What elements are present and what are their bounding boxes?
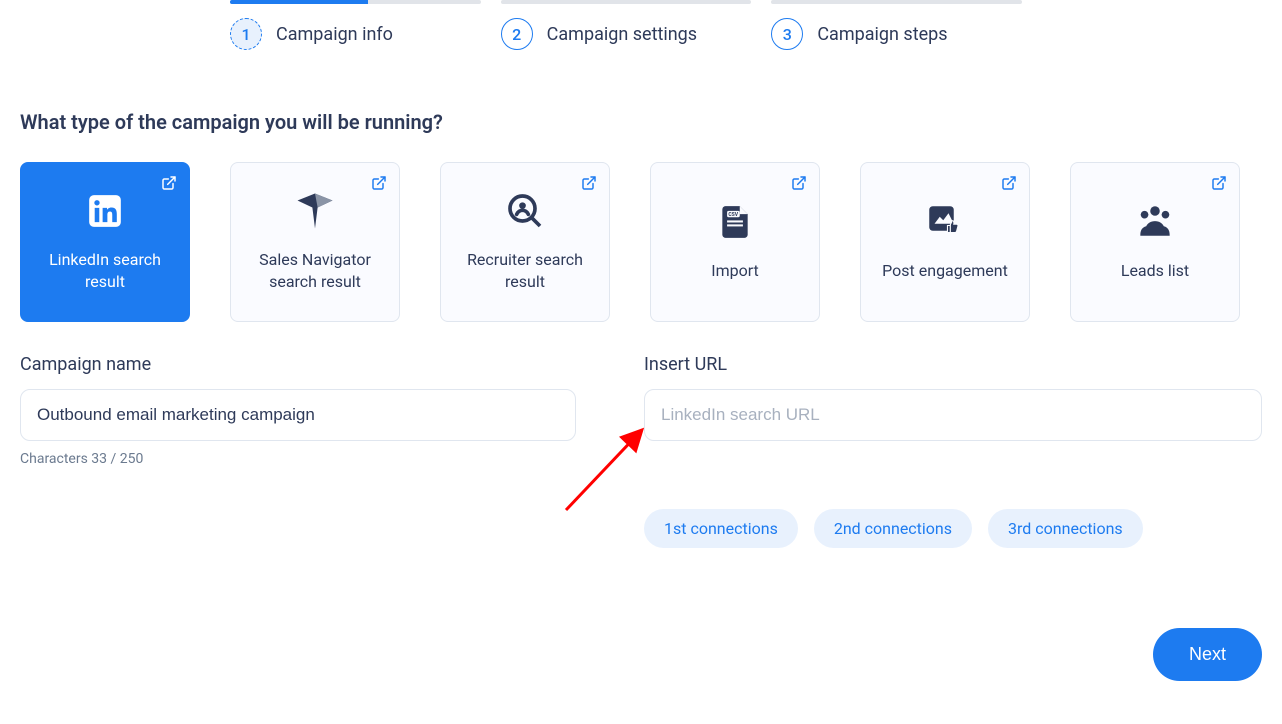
card-recruiter[interactable]: Recruiter search result [440,162,610,322]
external-link-icon [371,175,387,195]
insert-url-input[interactable] [644,389,1262,441]
card-sales-navigator[interactable]: Sales Navigator search result [230,162,400,322]
step-campaign-settings[interactable]: 2 Campaign settings [501,0,752,50]
compass-icon [294,191,336,231]
linkedin-icon [86,191,124,231]
post-thumb-icon [924,202,966,242]
card-label: Leads list [1121,260,1189,282]
card-label: Post engagement [882,260,1008,282]
csv-file-icon: CSV [716,202,754,242]
card-leads-list[interactable]: Leads list [1070,162,1240,322]
campaign-name-input[interactable] [20,389,576,441]
campaign-name-column: Campaign name Characters 33 / 250 [20,354,576,548]
external-link-icon [1001,175,1017,195]
chip-3rd-connections[interactable]: 3rd connections [988,509,1143,548]
step-number-badge: 2 [501,18,533,50]
external-link-icon [791,175,807,195]
footer-actions: Next [20,628,1262,681]
chip-2nd-connections[interactable]: 2nd connections [814,509,972,548]
wizard-stepper: 1 Campaign info 2 Campaign settings 3 Ca… [20,0,1262,50]
campaign-name-label: Campaign name [20,354,576,375]
insert-url-label: Insert URL [644,354,1262,375]
step-label: Campaign settings [547,24,697,45]
step-label: Campaign info [276,24,393,45]
step-progress-track [771,0,1022,4]
card-post-engagement[interactable]: Post engagement [860,162,1030,322]
step-label: Campaign steps [817,24,947,45]
step-number-badge: 1 [230,18,262,50]
step-number-badge: 3 [771,18,803,50]
char-counter: Characters 33 / 250 [20,451,576,467]
section-heading: What type of the campaign you will be ru… [20,110,1262,134]
step-campaign-info[interactable]: 1 Campaign info [230,0,481,50]
next-button[interactable]: Next [1153,628,1262,681]
external-link-icon [1211,175,1227,195]
chip-1st-connections[interactable]: 1st connections [644,509,798,548]
step-progress-track [501,0,752,4]
svg-text:CSV: CSV [728,212,738,218]
campaign-type-cards: LinkedIn search result Sales Navigator s… [20,162,1262,322]
form-row: Campaign name Characters 33 / 250 Insert… [20,354,1262,548]
external-link-icon [161,175,177,195]
card-linkedin-search[interactable]: LinkedIn search result [20,162,190,322]
external-link-icon [581,175,597,195]
step-campaign-steps[interactable]: 3 Campaign steps [771,0,1022,50]
step-progress-track [230,0,481,4]
people-icon [1133,202,1177,242]
insert-url-column: Insert URL 1st connections 2nd connectio… [644,354,1262,548]
step-progress-fill [230,0,368,4]
magnify-person-icon [505,191,545,231]
card-label: Recruiter search result [451,249,599,292]
card-import[interactable]: CSV Import [650,162,820,322]
card-label: Sales Navigator search result [241,249,389,292]
card-label: LinkedIn search result [31,249,179,292]
card-label: Import [711,260,759,282]
connection-filter-chips: 1st connections 2nd connections 3rd conn… [644,509,1262,548]
